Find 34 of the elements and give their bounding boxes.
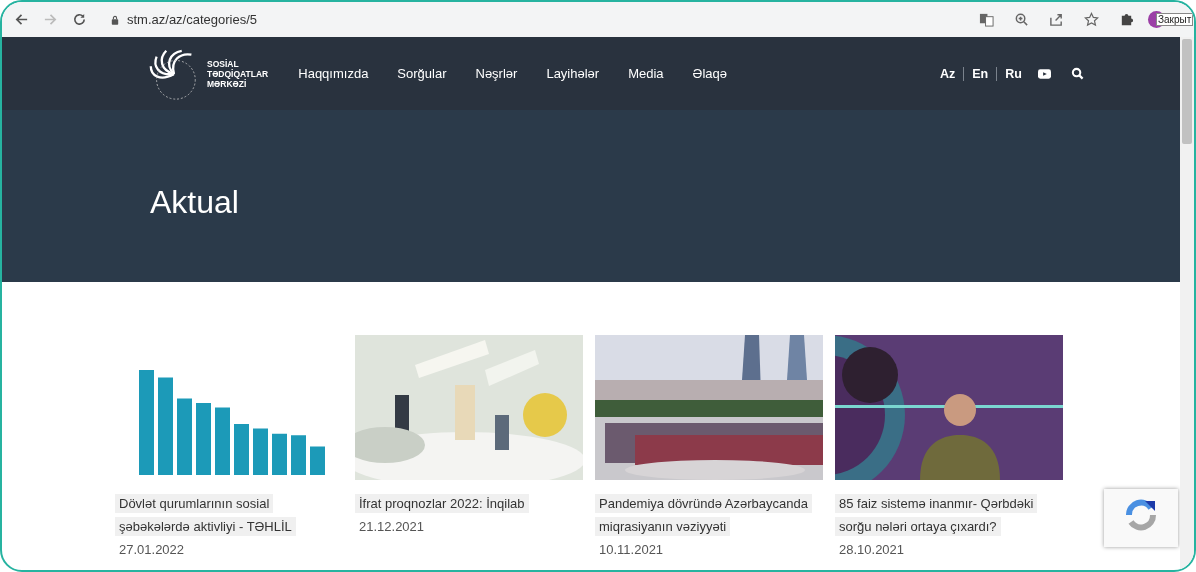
language-link[interactable]: Ru <box>996 66 1030 81</box>
page-title: Aktual <box>150 182 239 221</box>
nav-link[interactable]: Nəşrlər <box>475 66 518 81</box>
reload-icon[interactable] <box>72 12 87 27</box>
logo-text: TƏDQİQATLAR <box>207 68 269 79</box>
translate-icon[interactable] <box>979 12 994 27</box>
logo-text: MƏRKƏZİ <box>207 78 247 89</box>
article-date: 27.01.2022 <box>118 541 186 559</box>
search-icon[interactable] <box>1070 67 1084 80</box>
nav-link[interactable]: Layihələr <box>546 66 600 81</box>
nav-link[interactable]: Əlaqə <box>692 66 727 81</box>
video-icon[interactable] <box>1037 68 1051 79</box>
article-date: 10.11.2021 <box>598 541 665 559</box>
article-date: 28.10.2021 <box>838 541 906 559</box>
url-text: stm.az/az/categories/5 <box>127 12 258 27</box>
scrollbar-thumb[interactable] <box>1182 39 1192 144</box>
lock-icon <box>111 14 119 25</box>
article-date: 21.12.2021 <box>358 518 426 536</box>
star-icon[interactable] <box>1084 12 1099 27</box>
language-link[interactable]: En <box>963 66 997 81</box>
extensions-icon[interactable] <box>1119 12 1134 27</box>
language-link[interactable]: Az <box>931 66 964 81</box>
zoom-icon[interactable] <box>1014 12 1029 27</box>
nav-link[interactable]: Sorğular <box>397 66 447 81</box>
nav-link[interactable]: Haqqımızda <box>298 66 369 81</box>
share-icon[interactable] <box>1049 12 1064 27</box>
tooltip: Закрыт <box>1156 12 1194 26</box>
back-icon[interactable] <box>14 12 29 27</box>
scrollbar[interactable] <box>1180 37 1194 570</box>
recaptcha-badge[interactable] <box>1104 489 1178 547</box>
nav-link[interactable]: Media <box>628 66 664 81</box>
address-bar[interactable]: stm.az/az/categories/5 <box>101 5 959 34</box>
logo-text: SOSİAL <box>207 58 240 69</box>
recaptcha-icon <box>1123 497 1159 533</box>
